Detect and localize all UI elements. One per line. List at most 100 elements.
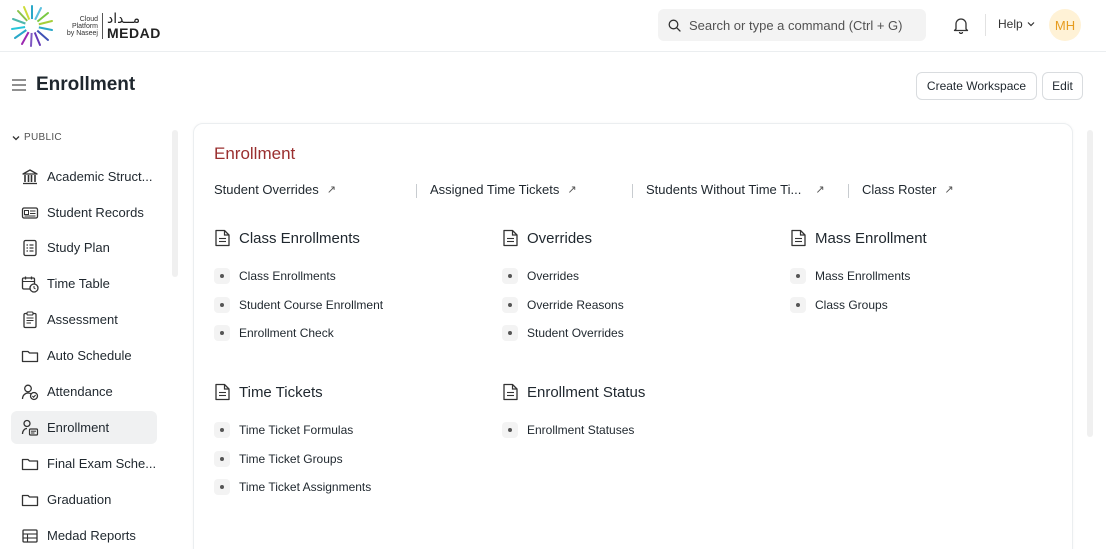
document-icon [503,229,518,247]
sidebar-item-label: Assessment [47,312,118,327]
sidebar-item-study-plan[interactable]: Study Plan [11,231,157,264]
card-class-enrollments-title: Class Enrollments [214,229,360,247]
sidebar-item-label: Medad Reports [47,528,136,543]
shortcut-assigned-time-tickets[interactable]: Assigned Time Tickets ↗ [430,182,577,197]
card-title-label: Enrollment Status [527,383,646,401]
help-dropdown[interactable]: Help [998,17,1035,31]
navbar: Cloud Platform by Naseej مــداد MEDAD He… [0,0,1106,52]
assessment-icon [23,310,37,328]
sidebar-item-label: Academic Struct... [47,169,153,184]
link-student-course-enrollment[interactable]: Student Course Enrollment [214,297,383,313]
link-label: Time Ticket Formulas [239,423,354,437]
sidebar-item-final-exam-schedule[interactable]: Final Exam Sche... [11,447,157,480]
link-student-overrides[interactable]: Student Overrides [502,325,624,341]
sidebar-item-enrollment[interactable]: Enrollment [11,411,157,444]
sidebar-item-auto-schedule[interactable]: Auto Schedule [11,339,157,372]
logo-name: MEDAD [107,24,161,41]
workspace-title: Enrollment [214,144,296,163]
folder-icon [21,350,39,362]
burst-logo-icon [11,5,53,47]
folder-icon [21,494,39,506]
bullet-icon [214,268,230,284]
shortcut-label: Students Without Time Ti... [646,182,802,197]
card-time-tickets-title: Time Tickets [214,383,323,401]
sidebar-item-label: Time Table [47,276,110,291]
shortcut-divider [632,184,633,198]
create-workspace-button[interactable]: Create Workspace [916,72,1037,100]
medad-logo[interactable]: Cloud Platform by Naseej مــداد MEDAD [10,4,161,48]
link-label: Overrides [527,269,580,283]
link-label: Time Ticket Assignments [239,480,372,494]
link-class-enrollments[interactable]: Class Enrollments [214,268,336,284]
sidebar-section-toggle[interactable]: PUBLIC [12,132,62,143]
shortcut-divider [416,184,417,198]
link-label: Mass Enrollments [815,269,911,283]
sidebar-item-assessment[interactable]: Assessment [11,303,157,336]
bullet-icon [790,268,806,284]
shortcut-label: Class Roster [862,182,937,197]
link-mass-enrollments[interactable]: Mass Enrollments [790,268,910,284]
card-overrides-title: Overrides [502,229,592,247]
document-icon [215,383,230,401]
chevron-down-icon [1027,22,1035,27]
link-time-ticket-assignments[interactable]: Time Ticket Assignments [214,479,371,495]
external-arrow-icon: ↗ [326,184,336,196]
link-override-reasons[interactable]: Override Reasons [502,297,624,313]
shortcut-label: Assigned Time Tickets [430,182,560,197]
link-time-ticket-formulas[interactable]: Time Ticket Formulas [214,422,353,438]
shortcut-students-without-time-tickets[interactable]: Students Without Time Ti... ↗ [646,182,825,197]
sidebar-item-label: Auto Schedule [47,348,132,363]
sidebar-item-medad-reports[interactable]: Medad Reports [11,519,157,549]
card-enrollment-status-title: Enrollment Status [502,383,645,401]
sidebar-scrollbar[interactable] [172,130,178,277]
help-label: Help [998,17,1023,31]
sidebar-item-time-table[interactable]: Time Table [11,267,157,300]
link-label: Enrollment Check [239,326,334,340]
card-title-label: Time Tickets [239,383,323,401]
main-scrollbar[interactable] [1087,130,1093,437]
logo-tagline: Cloud Platform by Naseej [60,16,98,37]
bullet-icon [790,297,806,313]
shortcut-label: Student Overrides [214,182,319,197]
card-title-label: Mass Enrollment [815,229,927,247]
link-label: Enrollment Statuses [527,423,635,437]
logo-wordmark: مــداد MEDAD [107,10,161,41]
link-class-groups[interactable]: Class Groups [790,297,888,313]
search-bar[interactable] [658,9,926,41]
link-label: Class Groups [815,298,888,312]
bullet-icon [214,422,230,438]
sidebar-item-student-records[interactable]: Student Records [11,196,157,229]
bullet-icon [214,451,230,467]
user-check-icon [21,384,39,400]
link-label: Class Enrollments [239,269,336,283]
link-label: Student Course Enrollment [239,298,384,312]
sidebar-section-label: PUBLIC [24,132,62,143]
bullet-icon [502,325,518,341]
sidebar-item-label: Student Records [47,205,144,220]
document-icon [791,229,806,247]
shortcut-student-overrides[interactable]: Student Overrides ↗ [214,182,336,197]
link-enrollment-check[interactable]: Enrollment Check [214,325,334,341]
external-arrow-icon: ↗ [567,184,577,196]
user-avatar[interactable]: MH [1049,9,1081,41]
shortcut-class-roster[interactable]: Class Roster ↗ [862,182,954,197]
sidebar-item-attendance[interactable]: Attendance [11,375,157,408]
link-label: Student Overrides [527,326,624,340]
sidebar-item-academic-structure[interactable]: Academic Struct... [11,160,157,193]
sidebar-item-graduation[interactable]: Graduation [11,483,157,516]
link-label: Time Ticket Groups [239,452,343,466]
bullet-icon [214,325,230,341]
notification-bell-icon[interactable] [952,16,970,34]
logo-arabic: مــداد [107,10,141,27]
link-enrollment-statuses[interactable]: Enrollment Statuses [502,422,634,438]
sidebar-item-label: Final Exam Sche... [47,456,157,471]
navbar-divider [985,14,986,36]
link-overrides[interactable]: Overrides [502,268,579,284]
sidebar-toggle-icon[interactable] [12,79,26,91]
external-arrow-icon: ↗ [944,184,954,196]
edit-button[interactable]: Edit [1042,72,1083,100]
external-arrow-icon: ↗ [815,184,825,196]
link-time-ticket-groups[interactable]: Time Ticket Groups [214,451,343,467]
search-input[interactable] [689,17,919,33]
checklist-icon [23,239,37,256]
